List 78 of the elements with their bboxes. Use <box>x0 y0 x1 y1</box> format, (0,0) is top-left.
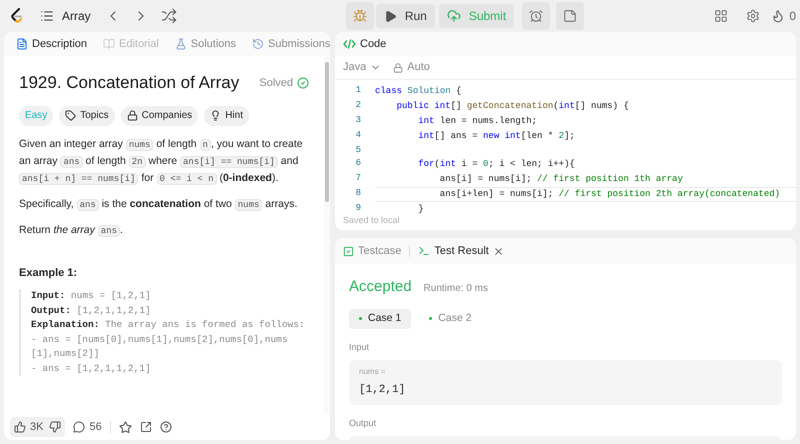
line-number: 5 <box>354 144 361 157</box>
line-number: 9 <box>354 202 361 215</box>
thumbs-down-icon <box>49 421 62 433</box>
line-number: 3 <box>354 114 361 127</box>
runtime-text: Runtime: 0 ms <box>424 282 488 296</box>
example-line: - ans = [1,2,1,1,2,1] <box>31 362 152 376</box>
run-button[interactable]: Run <box>376 4 435 28</box>
help-icon <box>160 421 172 433</box>
scrollbar-thumb[interactable] <box>325 62 329 202</box>
save-status: Saved to local <box>343 214 400 228</box>
result-status: Accepted <box>349 277 412 297</box>
logo-icon[interactable] <box>10 8 24 24</box>
list-icon <box>40 9 54 23</box>
lightbulb-icon <box>210 110 222 121</box>
difficulty-badge: Easy <box>19 106 54 126</box>
example-line: - ans = [nums[0],nums[1],nums[2],nums[0],nums[1],nums[2]] <box>31 332 289 361</box>
tag-icon <box>65 110 76 121</box>
line-number: 8 <box>354 187 361 200</box>
example-heading: Example 1: <box>19 266 78 280</box>
code-line: public int[] getConcatenation(int[] nums) { <box>396 101 629 111</box>
example-line: Input: nums = [1,2,1] <box>31 289 152 303</box>
panel-tab[interactable]: Test Result <box>418 242 489 260</box>
language-select[interactable]: Java <box>343 59 382 76</box>
problem-list-button[interactable]: Array <box>40 7 91 25</box>
thumbs-up-icon <box>14 421 26 433</box>
document-icon <box>16 38 28 50</box>
star-icon <box>118 420 132 434</box>
description-paragraph: Specifically, ans is the concatenation of two nums arrays. <box>19 196 298 212</box>
panel-title: Code <box>360 36 386 52</box>
example-line: Explanation: The array ans is formed as follows: <box>31 318 306 332</box>
example-line: Output: [1,2,1,1,2,1] <box>31 304 152 318</box>
code-line: ans[i] = nums[i]; // first position 1th array <box>438 174 683 184</box>
close-tab-button[interactable] <box>492 246 504 256</box>
comment-icon <box>73 421 86 433</box>
check-circle-icon <box>297 76 309 89</box>
terminal-icon <box>418 245 430 257</box>
code-line: int[] ans = new int[len * 2]; <box>417 131 575 141</box>
case-tab[interactable]: Case 2 <box>419 308 482 328</box>
auto-mode-button[interactable]: Auto <box>393 59 430 76</box>
problem-title: 1929. Concatenation of Array <box>19 72 240 94</box>
code-icon <box>343 39 356 49</box>
lock-icon <box>393 62 404 72</box>
line-number: 1 <box>354 84 361 97</box>
description-paragraph: Return the array ans . <box>19 222 124 238</box>
panel-tab[interactable]: Description <box>12 36 92 52</box>
comments-button[interactable]: 56 <box>73 418 102 436</box>
code-line: class Solution { <box>375 86 462 96</box>
line-number: 6 <box>354 157 361 170</box>
alarm-clock-icon[interactable] <box>522 2 550 30</box>
output-label: Output <box>349 416 378 430</box>
flame-icon <box>771 9 786 23</box>
cloud-upload-icon <box>446 9 461 23</box>
code-line: ans[i+len] = nums[i]; // first position 2th array(concatenated) <box>438 189 780 199</box>
param-value: [1,2,1] <box>359 383 406 398</box>
code-line: } <box>417 204 424 214</box>
debug-icon[interactable] <box>346 2 374 30</box>
description-paragraph: Given an integer array nums of length n , you want to create an array ans of length 2n where ans[i] == nums[i] and ans[i + n] == nums[i] for 0 <= i < n (0-indexed). <box>19 136 304 186</box>
line-number: 2 <box>354 99 361 112</box>
input-label: Input <box>349 340 370 354</box>
param-name: nums = <box>359 366 386 378</box>
solved-label: Solved <box>259 76 293 90</box>
line-number: 4 <box>354 129 361 142</box>
book-icon <box>103 38 116 50</box>
tag-chip[interactable]: Topics <box>59 106 115 126</box>
code-line: for(int i = 0; i < len; i++){ <box>417 159 575 169</box>
history-icon <box>252 38 264 50</box>
flask-icon <box>174 38 187 50</box>
tag-chip[interactable]: Hint <box>204 106 249 126</box>
checkbox-icon <box>343 246 354 256</box>
code-line: int len = nums.length; <box>417 116 538 126</box>
note-icon[interactable] <box>556 2 584 30</box>
line-number: 7 <box>354 172 361 185</box>
share-icon <box>140 421 152 433</box>
case-tab[interactable]: Case 1 <box>349 308 412 328</box>
tag-chip[interactable]: Companies <box>120 106 198 126</box>
lock-icon <box>126 110 138 121</box>
streak-button[interactable]: 0 <box>771 7 796 25</box>
play-icon <box>384 10 397 22</box>
